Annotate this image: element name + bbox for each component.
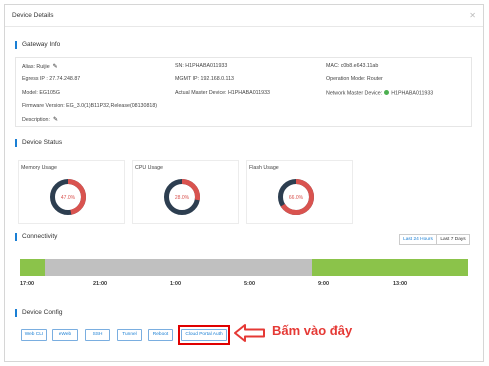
- network-master-label: Network Master Device:: [326, 90, 383, 97]
- annotation-text: Bấm vào đây: [272, 323, 353, 338]
- sn-text: SN: H1PHABA011933: [175, 63, 228, 69]
- last-7-days-button[interactable]: Last 7 Days: [436, 234, 470, 245]
- online-segment: [20, 259, 45, 276]
- model-text: Model: EG105G: [22, 90, 60, 96]
- left-arrow-icon: [234, 324, 265, 342]
- egress-ip-text: Egress IP : 27.74.248.87: [22, 76, 81, 82]
- online-segment: [312, 259, 468, 276]
- actual-master-text: Actual Master Device: H1PHABA011933: [175, 90, 270, 96]
- highlight-frame: [178, 325, 230, 345]
- offline-segment: [45, 259, 312, 276]
- timeline-tick-label: 1:00: [170, 281, 182, 287]
- cpu-usage-donut: 28.0%: [164, 179, 200, 215]
- close-icon[interactable]: ✕: [469, 11, 476, 20]
- alias-text: Alias: Ruijie: [22, 64, 50, 70]
- flash-usage-card: Flash Usage 66.0%: [246, 160, 353, 224]
- alias-row: Alias: Ruijie ✎: [22, 63, 58, 70]
- timeline-tick-label: 13:00: [393, 281, 408, 287]
- memory-usage-donut: 47.0%: [50, 179, 86, 215]
- eweb-button[interactable]: eWeb: [52, 329, 78, 341]
- operation-mode-text: Operation Mode: Router: [326, 76, 383, 82]
- cpu-usage-label: CPU Usage: [135, 165, 163, 171]
- dialog-header: Device Details ✕: [5, 5, 483, 27]
- online-status-dot-icon: [384, 90, 390, 95]
- memory-usage-label: Memory Usage: [21, 165, 57, 171]
- connectivity-timeline: [20, 259, 468, 276]
- description-label: Description:: [22, 117, 50, 123]
- last-24-hours-button[interactable]: Last 24 Hours: [399, 234, 437, 245]
- connectivity-title: Connectivity: [15, 233, 57, 241]
- flash-usage-donut: 66.0%: [278, 179, 314, 215]
- reboot-button[interactable]: Reboot: [148, 329, 173, 341]
- cpu-usage-card: CPU Usage 28.0%: [132, 160, 239, 224]
- device-status-title: Device Status: [15, 139, 62, 147]
- dialog-title: Device Details: [12, 12, 54, 19]
- cpu-usage-value: 28.0%: [175, 195, 190, 201]
- timeline-tick-label: 9:00: [318, 281, 330, 287]
- description-row: Description: ✎: [22, 116, 58, 123]
- firmware-text: Firmware Version: EG_3.0(1)B11P32,Releas…: [22, 103, 158, 109]
- device-config-title: Device Config: [15, 309, 62, 317]
- edit-description-pencil-icon[interactable]: ✎: [53, 116, 58, 123]
- timeline-tick-label: 21:00: [93, 281, 108, 287]
- ssh-button[interactable]: SSH: [85, 329, 110, 341]
- mgmt-ip-text: MGMT IP: 192.168.0.113: [175, 76, 234, 82]
- flash-usage-value: 66.0%: [289, 195, 304, 201]
- network-master-row: Network Master Device: H1PHABA011933: [326, 90, 433, 97]
- flash-usage-label: Flash Usage: [249, 165, 279, 171]
- mac-text: MAC: c0b8.e643.11ab: [326, 63, 379, 69]
- tunnel-button[interactable]: Tunnel: [117, 329, 142, 341]
- memory-usage-card: Memory Usage 47.0%: [18, 160, 125, 224]
- edit-alias-pencil-icon[interactable]: ✎: [53, 63, 58, 70]
- timeline-tick-label: 17:00: [20, 281, 35, 287]
- web-cli-button[interactable]: Web CLI: [21, 329, 47, 341]
- timeline-tick-label: 5:00: [244, 281, 256, 287]
- network-master-value: H1PHABA011933: [391, 90, 434, 97]
- memory-usage-value: 47.0%: [61, 195, 76, 201]
- gateway-info-title: Gateway Info: [15, 41, 60, 49]
